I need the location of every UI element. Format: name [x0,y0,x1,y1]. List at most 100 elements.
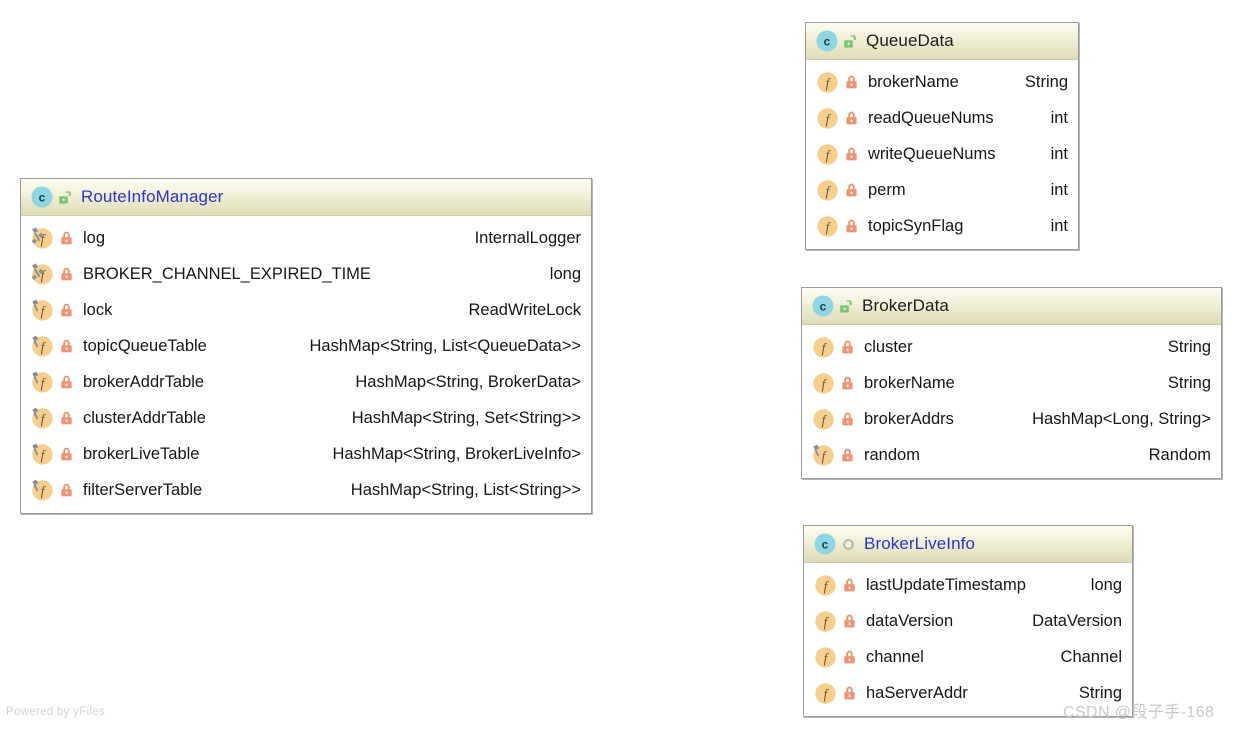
class-attributes-compartment: f brokerName String f readQueueNums int f write… [806,60,1078,249]
svg-text:c: c [822,538,829,552]
final-field-icon: f [31,299,54,322]
private-lock-icon [844,110,859,126]
attribute-type: HashMap<String, BrokerLiveInfo> [332,444,581,463]
attribute-name: lastUpdateTimestamp [866,575,1026,594]
attribute-row[interactable]: f log InternalLogger [21,220,591,256]
attribute-name: perm [868,180,906,199]
class-box-brokerliveinfo[interactable]: c BrokerLiveInfo f lastUpdateTimestamp long f… [803,525,1133,717]
attribute-type: HashMap<String, Set<String>> [351,408,581,427]
class-name: BrokerData [862,296,949,315]
attribute-row[interactable]: f brokerLiveTable HashMap<String, BrokerLi… [21,436,591,472]
attribute-name: brokerName [868,72,959,91]
attribute-row[interactable]: f brokerName String [802,365,1221,401]
attribute-row[interactable]: f writeQueueNums int [806,136,1078,172]
attribute-row[interactable]: f clusterAddrTable HashMap<String, Set<Str… [21,400,591,436]
field-icon: f [814,646,837,669]
attribute-name: log [83,228,106,247]
attribute-name: filterServerTable [83,480,203,499]
attribute-type: long [1090,575,1122,594]
attribute-type: int [1050,180,1068,199]
private-lock-icon [59,410,74,426]
attribute-name: random [864,445,920,464]
attribute-name: brokerLiveTable [83,444,200,463]
svg-text:c: c [820,300,827,314]
class-box-brokerdata[interactable]: c BrokerData f cluster String f brokerName Stri… [801,287,1222,479]
attribute-name: lock [83,300,113,319]
private-lock-icon [840,339,855,355]
attribute-row[interactable]: f channel Channel [804,639,1132,675]
attribute-row[interactable]: f random Random [802,437,1221,473]
attribute-row[interactable]: f lock ReadWriteLock [21,292,591,328]
attribute-type: Channel [1060,647,1122,666]
csdn-author-watermark: CSDN @段子手-168 [1063,704,1215,721]
class-name: QueueData [866,31,954,50]
attribute-type: DataVersion [1032,611,1122,630]
attribute-name: brokerAddrs [864,409,954,428]
attribute-type: long [549,264,581,283]
class-header[interactable]: c BrokerLiveInfo [804,526,1132,563]
private-lock-icon [844,182,859,198]
class-box-queuedata[interactable]: c QueueData f brokerName String f readQueueNum… [805,22,1079,250]
private-lock-icon [844,218,859,234]
final-field-icon: f [31,407,54,430]
attribute-type: int [1050,108,1068,127]
private-lock-icon [840,375,855,391]
private-lock-icon [842,613,857,629]
public-unlocked-icon [838,298,855,315]
class-attributes-compartment: f lastUpdateTimestamp long f dataVersion Data… [804,563,1132,716]
class-attributes-compartment: f log InternalLogger f BROKER_CHANNEL_EXPIRE… [21,216,591,513]
attribute-row[interactable]: f topicSynFlag int [806,208,1078,244]
attribute-type: HashMap<String, List<QueueData>> [309,336,581,355]
private-lock-icon [59,230,74,246]
final-field-icon: f [31,479,54,502]
private-lock-icon [844,74,859,90]
attribute-row[interactable]: f filterServerTable HashMap<String, List<S… [21,472,591,508]
private-lock-icon [59,266,74,282]
public-unlocked-icon [842,33,859,50]
attribute-name: cluster [864,337,913,356]
attribute-row[interactable]: f BROKER_CHANNEL_EXPIRED_TIME long [21,256,591,292]
final-field-icon: f [812,444,835,467]
attribute-name: brokerAddrTable [83,372,205,391]
field-icon: f [816,143,839,166]
attribute-type: String [1024,72,1068,91]
attribute-name: dataVersion [866,611,954,630]
attribute-row[interactable]: f perm int [806,172,1078,208]
class-header[interactable]: c BrokerData [802,288,1221,325]
attribute-row[interactable]: f lastUpdateTimestamp long [804,567,1132,603]
attribute-name: brokerName [864,373,955,392]
attribute-name: channel [866,647,924,666]
class-header[interactable]: c RouteInfoManager [21,179,591,216]
attribute-row[interactable]: f brokerName String [806,64,1078,100]
private-lock-icon [842,649,857,665]
attribute-type: InternalLogger [474,228,581,247]
field-icon: f [816,107,839,130]
final-field-icon: f [31,335,54,358]
class-icon: c [816,30,838,52]
class-box-routeinfomanager[interactable]: c RouteInfoManager f log InternalLogger f BROK… [20,178,592,514]
attribute-row[interactable]: f brokerAddrs HashMap<Long, String> [802,401,1221,437]
attribute-type: HashMap<String, BrokerData> [355,372,581,391]
private-lock-icon [59,338,74,354]
attribute-row[interactable]: f topicQueueTable HashMap<String, List<Que… [21,328,591,364]
attribute-row[interactable]: f cluster String [802,329,1221,365]
class-name: RouteInfoManager [81,187,224,206]
field-icon: f [816,215,839,238]
svg-text:c: c [39,191,46,205]
attribute-name: clusterAddrTable [83,408,206,427]
class-attributes-compartment: f cluster String f brokerName String f brokerAd… [802,325,1221,478]
attribute-name: topicSynFlag [868,216,964,235]
attribute-name: topicQueueTable [83,336,207,355]
private-lock-icon [840,447,855,463]
class-header[interactable]: c QueueData [806,23,1078,60]
attribute-row[interactable]: f dataVersion DataVersion [804,603,1132,639]
svg-text:c: c [824,35,831,49]
attribute-type: int [1050,144,1068,163]
attribute-row[interactable]: f brokerAddrTable HashMap<String, BrokerDa… [21,364,591,400]
attribute-row[interactable]: f readQueueNums int [806,100,1078,136]
attribute-name: BROKER_CHANNEL_EXPIRED_TIME [83,264,371,283]
field-icon: f [812,336,835,359]
attribute-type: String [1167,337,1211,356]
yfiles-watermark: Powered by yFiles [6,706,106,718]
field-icon: f [814,682,837,705]
